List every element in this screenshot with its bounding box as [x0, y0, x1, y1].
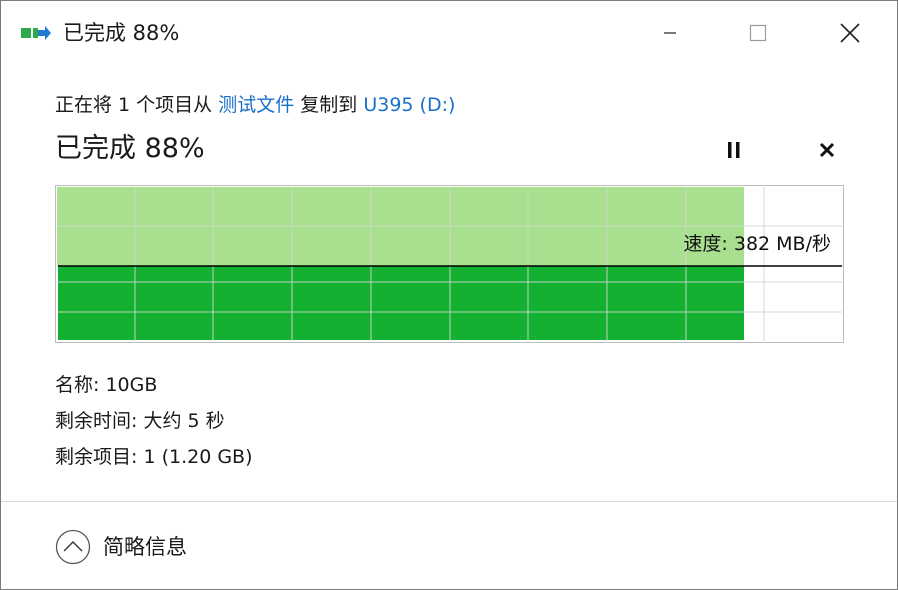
copy-middle: 复制到 [300, 94, 358, 116]
detail-items-label: 剩余项目: [55, 446, 138, 468]
detail-name-label: 名称: [55, 374, 100, 396]
footer-divider [1, 501, 897, 502]
close-icon [840, 23, 860, 43]
detail-time-value: 大约 5 秒 [143, 410, 225, 432]
file-copy-icon [21, 25, 51, 43]
minimize-icon [664, 32, 676, 34]
source-folder-link[interactable]: 测试文件 [218, 94, 294, 116]
copy-description: 正在将 1 个项目从 测试文件 复制到 U395 (D:) [55, 91, 455, 119]
maximize-button[interactable] [735, 13, 781, 53]
progress-status: 已完成 88% [55, 133, 205, 164]
copy-prefix: 正在将 1 个项目从 [55, 94, 213, 116]
title-bar[interactable]: 已完成 88% [1, 1, 897, 63]
detail-items-remaining: 剩余项目: 1 (1.20 GB) [55, 439, 253, 475]
speed-label: 速度: 382 MB/秒 [683, 233, 831, 255]
graph-speed-fill [58, 266, 744, 340]
detail-items-value: 1 (1.20 GB) [143, 446, 253, 468]
pause-button[interactable] [719, 135, 749, 165]
minimize-button[interactable] [647, 13, 693, 53]
close-icon [819, 142, 835, 158]
fewer-details-label: 简略信息 [103, 535, 187, 559]
fewer-details-toggle[interactable]: 简略信息 [55, 527, 187, 567]
copy-progress-dialog: 已完成 88% 正在将 1 个项目从 测试文件 复制到 U395 (D:) 已完… [0, 0, 898, 590]
copy-details: 名称: 10GB 剩余时间: 大约 5 秒 剩余项目: 1 (1.20 GB) [55, 367, 253, 475]
detail-name-value: 10GB [105, 374, 158, 396]
window-title: 已完成 88% [63, 21, 180, 45]
maximize-icon [749, 24, 767, 42]
chevron-up-icon [55, 529, 91, 565]
destination-drive-link[interactable]: U395 (D:) [363, 94, 455, 116]
detail-name: 名称: 10GB [55, 367, 253, 403]
close-window-button[interactable] [827, 13, 873, 53]
detail-time-remaining: 剩余时间: 大约 5 秒 [55, 403, 253, 439]
speed-graph-canvas [57, 187, 842, 341]
speed-graph: 速度: 382 MB/秒 [55, 185, 844, 343]
detail-time-label: 剩余时间: [55, 410, 138, 432]
cancel-copy-button[interactable] [812, 135, 842, 165]
pause-icon [728, 142, 740, 158]
